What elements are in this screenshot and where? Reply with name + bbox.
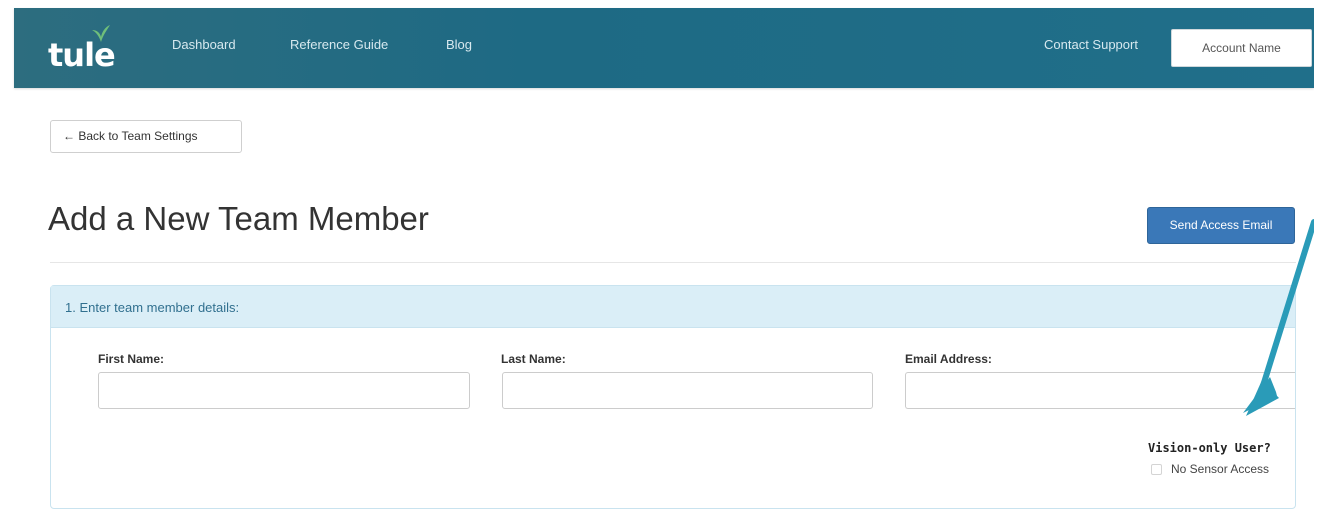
leaf-icon — [92, 25, 110, 42]
app-window: tule Dashboard Reference Guide Blog Cont… — [14, 0, 1314, 519]
nav-dashboard-link[interactable]: Dashboard — [172, 37, 236, 52]
panel-title: 1. Enter team member details: — [65, 300, 240, 315]
account-name-menu[interactable]: Account Name — [1171, 29, 1312, 67]
nav-reference-guide-link[interactable]: Reference Guide — [290, 37, 388, 52]
first-name-input[interactable] — [98, 372, 470, 409]
nav-contact-support-link[interactable]: Contact Support — [1044, 37, 1138, 52]
top-navbar: tule Dashboard Reference Guide Blog Cont… — [14, 8, 1314, 88]
back-to-team-settings-button[interactable]: ← Back to Team Settings — [50, 120, 242, 153]
page-title: Add a New Team Member — [48, 200, 429, 237]
no-sensor-access-label[interactable]: No Sensor Access — [1171, 462, 1269, 476]
nav-blog-link[interactable]: Blog — [446, 37, 472, 52]
team-member-details-panel: 1. Enter team member details: First Name… — [50, 285, 1296, 509]
email-address-input[interactable] — [905, 372, 1295, 409]
vision-only-user-label: Vision-only User? — [1148, 441, 1271, 455]
panel-heading: 1. Enter team member details: — [51, 286, 1295, 328]
tule-logo[interactable]: tule — [48, 20, 138, 76]
first-name-label: First Name: — [98, 352, 165, 366]
last-name-input[interactable] — [502, 372, 873, 409]
title-divider — [50, 262, 1296, 263]
email-address-label: Email Address: — [905, 352, 992, 366]
last-name-label: Last Name: — [501, 352, 566, 366]
left-margin — [0, 0, 14, 519]
send-access-email-button[interactable]: Send Access Email — [1147, 207, 1295, 244]
checkbox-icon[interactable] — [1151, 464, 1162, 475]
right-margin — [1314, 0, 1329, 519]
